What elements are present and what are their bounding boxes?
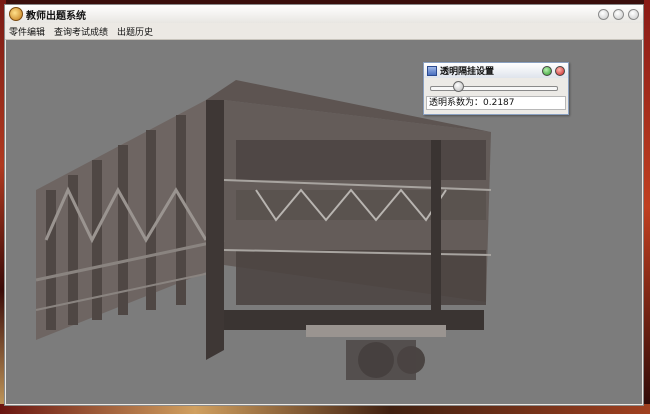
menu-bar: 零件编辑 查询考试成绩 出题历史 bbox=[5, 23, 643, 40]
window-title: 教师出题系统 bbox=[26, 10, 86, 22]
transparency-settings-dialog: 透明隔挂设置 透明系数为：0.2187 bbox=[423, 62, 569, 115]
slider-thumb[interactable] bbox=[452, 81, 464, 92]
teacher-app-icon bbox=[9, 7, 23, 21]
slider-track[interactable] bbox=[430, 86, 558, 91]
maximize-button[interactable] bbox=[613, 8, 624, 20]
readout-label: 透明系数为： bbox=[429, 98, 484, 108]
dialog-title: 透明隔挂设置 bbox=[440, 67, 495, 77]
close-button[interactable] bbox=[628, 8, 639, 20]
transparency-slider[interactable] bbox=[424, 78, 568, 96]
transparency-readout: 透明系数为：0.2187 bbox=[426, 96, 566, 110]
window-icon bbox=[427, 65, 437, 76]
menu-part-edit[interactable]: 零件编辑 bbox=[9, 25, 45, 38]
green-circle-icon[interactable] bbox=[542, 65, 552, 76]
railcar-undercarriage bbox=[224, 310, 484, 380]
menu-question-history[interactable]: 出题历史 bbox=[117, 25, 153, 38]
title-bar[interactable]: 教师出题系统 bbox=[5, 5, 643, 23]
readout-value: 0.2187 bbox=[483, 98, 515, 108]
desktop-background-right bbox=[644, 0, 650, 414]
menu-query-scores[interactable]: 查询考试成绩 bbox=[54, 25, 108, 38]
minimize-button[interactable] bbox=[598, 8, 609, 20]
dialog-title-bar[interactable]: 透明隔挂设置 bbox=[424, 63, 568, 78]
red-circle-icon[interactable] bbox=[555, 65, 565, 76]
